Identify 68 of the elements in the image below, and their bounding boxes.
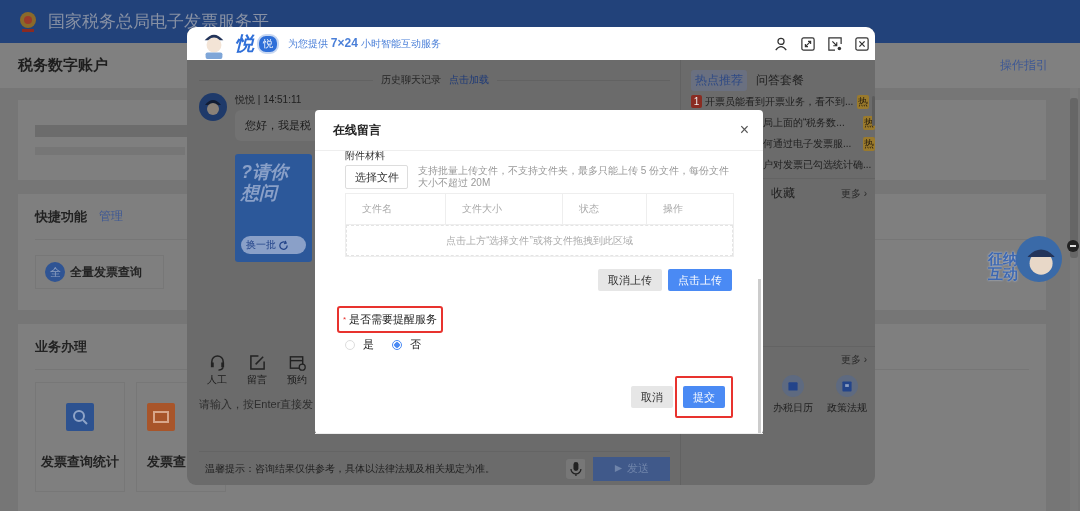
- business-tile[interactable]: 发票查询统计: [35, 382, 125, 492]
- load-link[interactable]: 点击加载: [448, 73, 489, 87]
- expand-icon[interactable]: [801, 36, 815, 51]
- scrollbar[interactable]: [1070, 88, 1078, 511]
- required-mark: *: [343, 315, 347, 324]
- upload-hint: 支持批量上传文件，不支持文件夹，最多只能上传 5 份文件，每份文件大小不超过 20M: [418, 165, 731, 189]
- refresh-button[interactable]: 换一批: [241, 236, 306, 254]
- submit-button[interactable]: 提交: [683, 386, 725, 408]
- favorites-label: 收藏: [771, 185, 795, 202]
- refresh-icon: [278, 239, 289, 251]
- column-header: 文件大小: [446, 194, 563, 224]
- microphone-icon[interactable]: [565, 458, 586, 479]
- column-header: 文件名: [346, 194, 446, 224]
- upload-button[interactable]: 点击上传: [668, 269, 732, 291]
- brand-badge: 悦: [257, 33, 279, 54]
- close-button[interactable]: ×: [739, 121, 749, 139]
- hot-question-link[interactable]: 户对发票已勾选统计确...: [763, 157, 872, 172]
- calendar-icon: [288, 354, 306, 371]
- cancel-upload-button[interactable]: 取消上传: [598, 269, 662, 291]
- cancel-button[interactable]: 取消: [631, 386, 673, 408]
- tab[interactable]: 问答套餐: [752, 70, 808, 91]
- calendar-icon: [782, 375, 804, 397]
- headset-icon: [208, 354, 226, 371]
- page-title: 税务数字账户: [18, 56, 108, 75]
- minimize-icon[interactable]: [828, 36, 842, 51]
- book-icon: [836, 375, 858, 397]
- search-icon: [66, 403, 94, 431]
- hot-question-link[interactable]: 开票员能看到开票业务，看不到...: [705, 94, 854, 109]
- scrollbar[interactable]: [872, 96, 875, 126]
- column-header: 状态: [563, 194, 647, 224]
- manage-link[interactable]: 管理: [99, 208, 123, 225]
- field-label: 附件材料: [345, 149, 386, 163]
- sender-label: 悦悦 | 14:51:11: [235, 93, 303, 107]
- shortcut-badge: 全: [45, 262, 65, 282]
- column-header: 操作: [662, 202, 684, 216]
- hot-tag: 热: [857, 94, 869, 109]
- edit-icon: [248, 354, 266, 371]
- service-button[interactable]: 办税日历: [773, 375, 813, 415]
- dialog-title: 在线留言: [333, 121, 381, 139]
- collapse-icon[interactable]: [1067, 240, 1079, 252]
- tile-label: 发票查询统计: [41, 453, 119, 471]
- brand-logo: 悦: [235, 31, 254, 56]
- tagline: 为您提供 7×24 小时智能互动服务: [288, 36, 441, 51]
- tile-label: 发票查: [147, 453, 186, 471]
- rank-badge: 1: [691, 95, 702, 108]
- service-button[interactable]: 政策法规: [827, 375, 867, 415]
- avatar-icon[interactable]: [1015, 236, 1062, 282]
- section-title: 业务办理: [35, 337, 87, 356]
- scrollbar[interactable]: [758, 279, 761, 433]
- card-title: ?请你想问: [241, 162, 291, 204]
- user-icon[interactable]: [774, 36, 788, 51]
- tool-button[interactable]: 预约: [287, 354, 307, 387]
- drop-hint: 点击上方“选择文件”或将文件拖拽到此区域: [446, 233, 633, 248]
- avatar-icon: [199, 93, 227, 121]
- hot-tag: 热: [863, 136, 875, 151]
- choose-file-button[interactable]: 选择文件: [345, 165, 408, 189]
- send-icon: [614, 464, 624, 473]
- tool-button[interactable]: 留言: [247, 354, 267, 387]
- section-title: 快捷功能: [35, 207, 87, 226]
- radio-option[interactable]: 是: [345, 337, 374, 352]
- close-icon[interactable]: [855, 36, 869, 51]
- radio-option[interactable]: 否: [392, 337, 421, 352]
- hot-question-link[interactable]: 何通过电子发票服...: [763, 136, 852, 151]
- shortcut-tile[interactable]: 全 全量发票查询: [35, 255, 164, 289]
- shortcut-label: 全量发票查询: [70, 263, 142, 281]
- guide-link[interactable]: 操作指引: [1000, 57, 1048, 74]
- field-label: 是否需要提醒服务: [349, 312, 438, 327]
- ticket-icon: [147, 403, 175, 431]
